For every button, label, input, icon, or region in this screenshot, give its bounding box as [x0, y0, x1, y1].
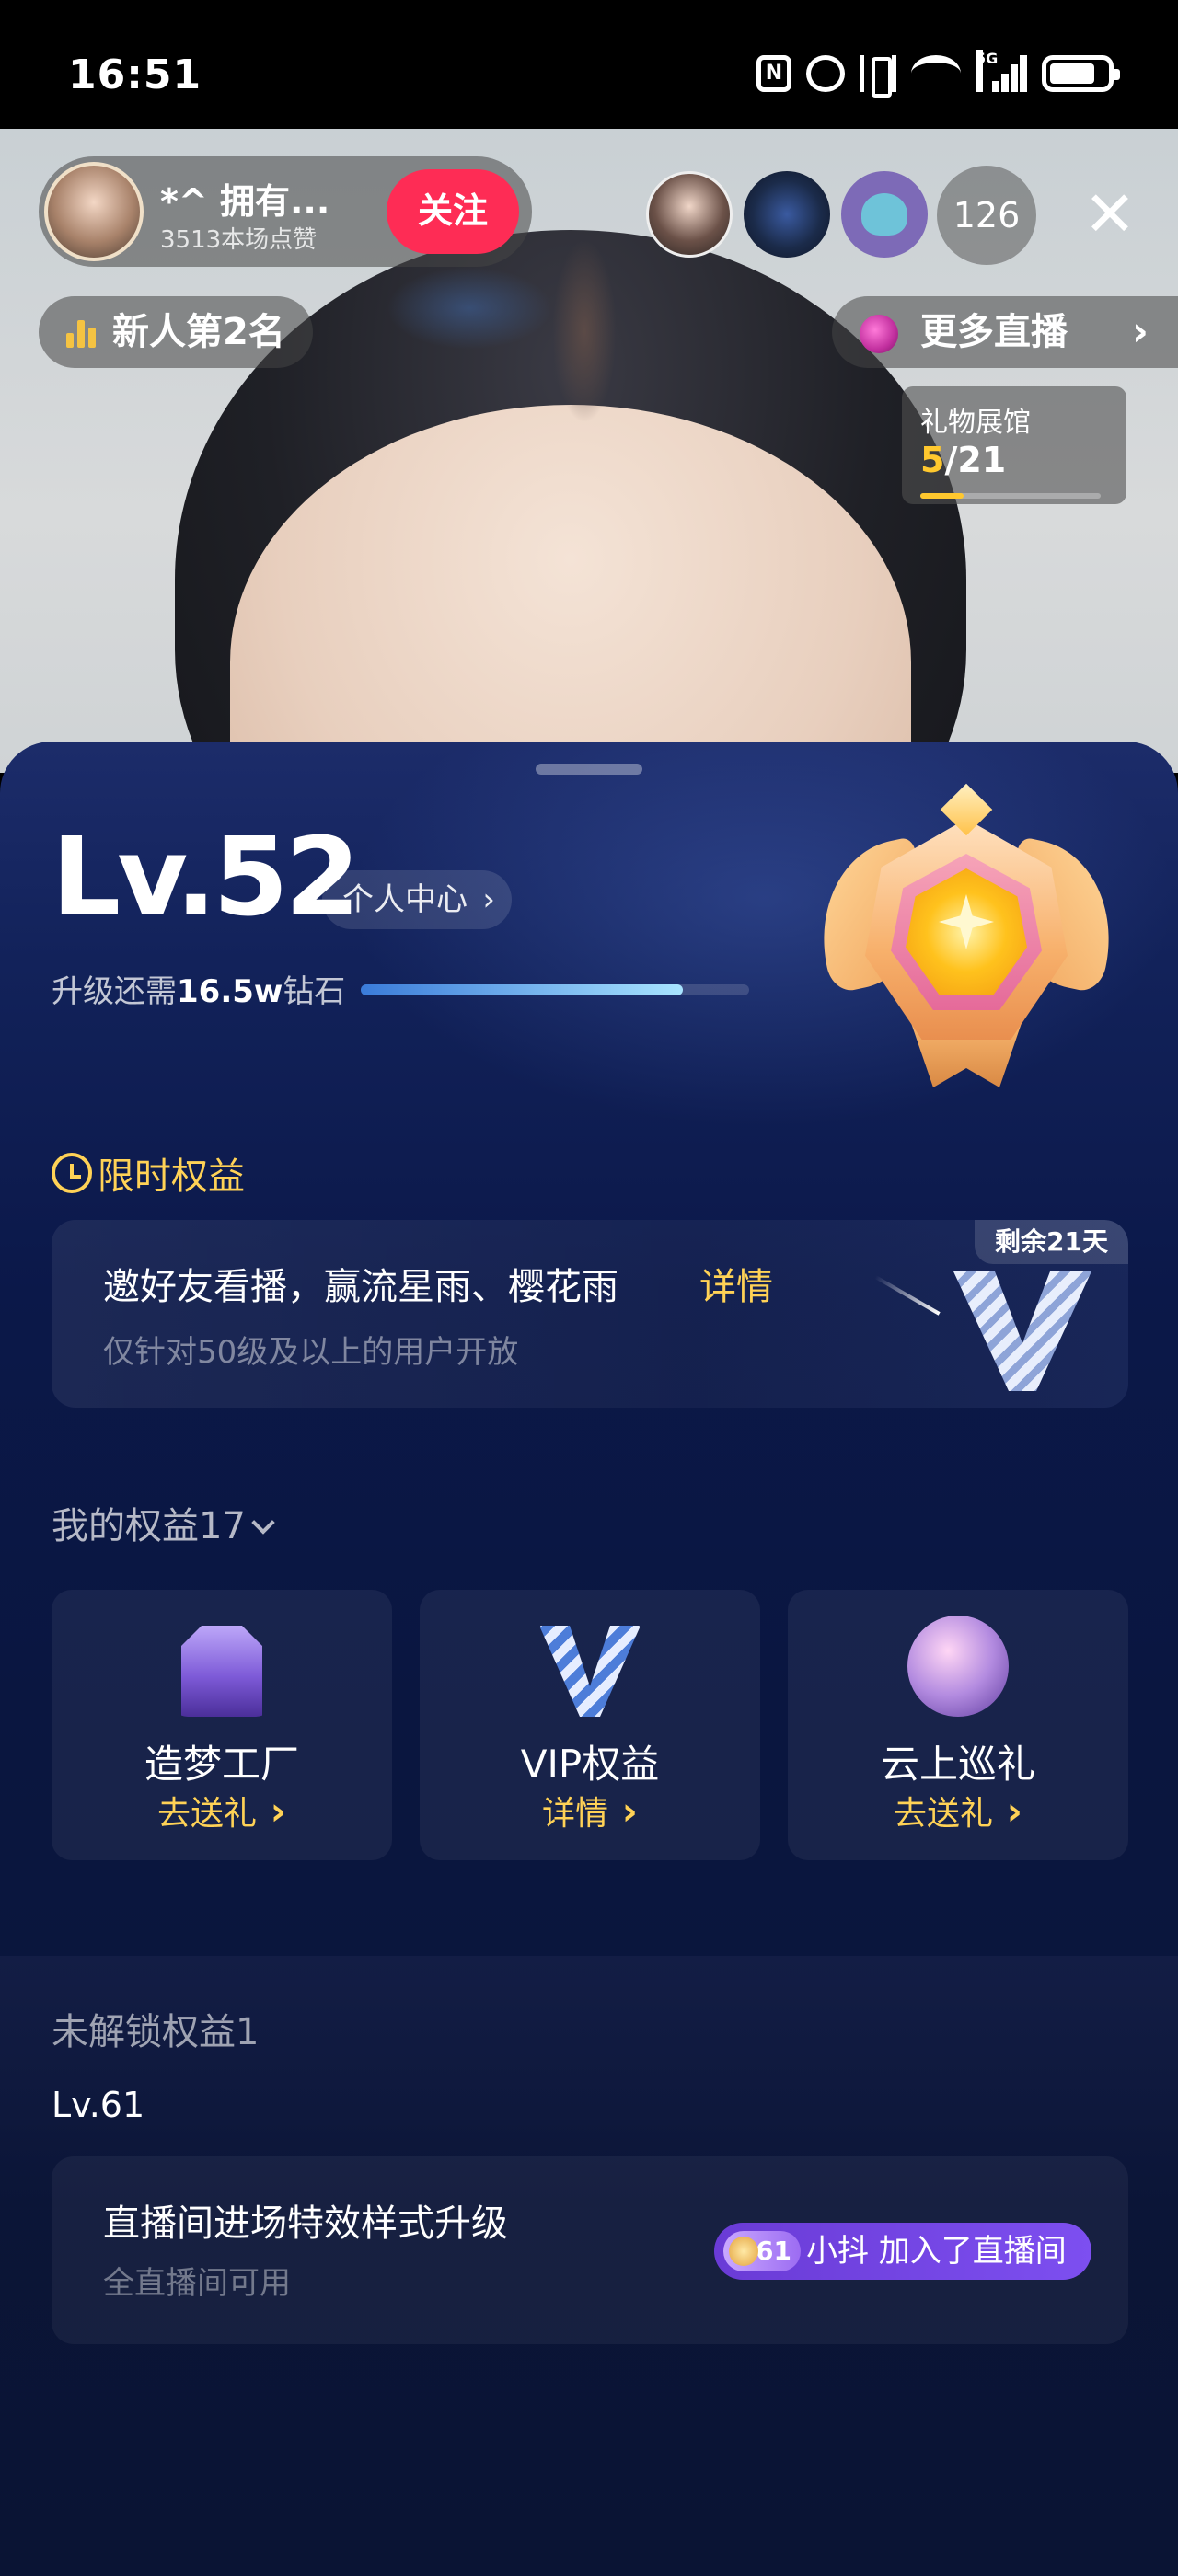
right-action-link[interactable]: 去送礼 — [52, 1787, 392, 1834]
viewer-avatar[interactable] — [646, 171, 733, 258]
entry-effect-preview: 61 小抖 加入了直播间 — [714, 2223, 1091, 2280]
locked-level-label: Lv.61 — [52, 2085, 145, 2125]
close-icon[interactable]: ✕ — [1069, 175, 1150, 256]
rights-grid: 造梦工厂 去送礼 VIP权益 详情 云上巡礼 去送礼 — [52, 1590, 1128, 1860]
gift-hall-current: 5 — [920, 440, 945, 480]
gift-hall-count: 5/21 — [920, 440, 1006, 480]
rank-badge[interactable]: 新人第2名 — [39, 296, 313, 368]
alarm-icon — [806, 55, 845, 92]
host-avatar[interactable] — [44, 162, 144, 261]
gift-hall-total: /21 — [944, 440, 1007, 480]
more-live-label: 更多直播 — [920, 311, 1068, 353]
entry-level-badge: 61 — [723, 2231, 801, 2271]
limited-rights-title: 限时权益 — [52, 1146, 245, 1200]
viewer-avatar[interactable] — [744, 171, 830, 258]
my-rights-label: 我的权益17 — [52, 1505, 246, 1547]
right-action-link[interactable]: 去送礼 — [788, 1787, 1128, 1834]
promo-card[interactable]: 邀好友看播，赢流星雨、樱花雨 详情 仅针对50级及以上的用户开放 剩余21天 — [52, 1220, 1128, 1408]
upgrade-suffix: 钻石 — [283, 973, 346, 1010]
right-name: 云上巡礼 — [880, 1742, 1035, 1787]
entry-preview-text: 小抖 加入了直播间 — [806, 2233, 1067, 2270]
gem-icon — [729, 2237, 758, 2266]
gift-hall-title: 礼物展馆 — [920, 407, 1031, 439]
right-card-cloud-tour[interactable]: 云上巡礼 去送礼 — [788, 1590, 1128, 1860]
personal-center-button[interactable]: 个人中心 › — [322, 870, 512, 929]
chevron-right-icon: › — [482, 881, 495, 918]
right-name: 造梦工厂 — [144, 1742, 299, 1787]
rank-label: 新人第2名 — [112, 311, 285, 353]
sheet-drag-handle[interactable] — [536, 764, 642, 775]
level-badge-icon — [803, 782, 1129, 1113]
locked-right-title: 直播间进场特效样式升级 — [103, 2202, 508, 2245]
nfc-icon: N — [756, 55, 791, 92]
locked-right-card[interactable]: 直播间进场特效样式升级 全直播间可用 61 小抖 加入了直播间 — [52, 2156, 1128, 2344]
more-live-button[interactable]: 更多直播 › — [832, 296, 1178, 368]
remaining-days-badge: 剩余21天 — [975, 1220, 1128, 1264]
viewer-count[interactable]: 126 — [937, 166, 1036, 265]
follow-button[interactable]: 关注 — [387, 169, 519, 254]
promo-title: 邀好友看播，赢流星雨、樱花雨 — [103, 1266, 618, 1308]
alarm-clock-icon — [52, 1153, 92, 1193]
vip-v-icon — [953, 1271, 1091, 1391]
right-card-vip[interactable]: VIP权益 详情 — [420, 1590, 760, 1860]
viewer-avatar[interactable] — [841, 171, 928, 258]
vip-icon — [539, 1626, 641, 1717]
chevron-down-icon — [251, 1511, 275, 1535]
gift-hall[interactable]: 礼物展馆 5/21 — [902, 386, 1126, 504]
sparkle-icon — [874, 1275, 941, 1316]
signal-icon: 5G — [976, 50, 1027, 92]
locked-right-subtitle: 全直播间可用 — [103, 2265, 291, 2302]
locked-rights-title: 未解锁权益1 — [52, 2011, 260, 2053]
status-bar: 16:51 N 5G — [0, 0, 1178, 129]
upgrade-prefix: 升级还需 — [52, 973, 177, 1010]
cloud-tour-icon — [907, 1616, 1009, 1717]
dream-factory-icon — [181, 1626, 262, 1717]
level-sheet: Lv.52 个人中心 › 升级还需16.5w钻石 限时权益 邀好友看播，赢流星雨… — [0, 742, 1178, 2576]
network-type-label: 5G — [976, 50, 998, 92]
my-rights-toggle[interactable]: 我的权益17 — [52, 1496, 275, 1549]
battery-icon — [1042, 55, 1120, 92]
promo-subtitle: 仅针对50级及以上的用户开放 — [103, 1334, 519, 1371]
planet-icon — [860, 315, 898, 353]
right-name: VIP权益 — [520, 1742, 660, 1787]
vibrate-icon — [860, 55, 896, 98]
level-progress-bar — [361, 984, 749, 995]
wifi-icon — [911, 55, 961, 92]
host-info[interactable]: *^ 拥有... 3513本场点赞 关注 — [39, 156, 532, 267]
host-likes: 3513本场点赞 — [160, 226, 318, 254]
host-name: *^ 拥有... — [160, 181, 330, 222]
gift-hall-progress-fill — [920, 493, 964, 499]
upgrade-requirement: 升级还需16.5w钻石 — [52, 966, 345, 1011]
right-card-dream-factory[interactable]: 造梦工厂 去送礼 — [52, 1590, 392, 1860]
upgrade-amount: 16.5w — [177, 973, 283, 1010]
personal-center-label: 个人中心 — [342, 881, 468, 918]
bar-chart-icon — [66, 316, 98, 348]
limited-rights-label: 限时权益 — [98, 1156, 245, 1198]
status-icons: N 5G — [756, 50, 1120, 98]
gift-hall-progress — [920, 493, 1101, 499]
chevron-right-icon: › — [1131, 308, 1149, 355]
promo-detail-link[interactable]: 详情 — [699, 1257, 773, 1310]
entry-level-number: 61 — [756, 2236, 791, 2266]
right-action-link[interactable]: 详情 — [420, 1787, 760, 1834]
level-progress-fill — [361, 984, 684, 995]
status-time: 16:51 — [68, 52, 202, 98]
user-level: Lv.52 — [52, 813, 361, 940]
